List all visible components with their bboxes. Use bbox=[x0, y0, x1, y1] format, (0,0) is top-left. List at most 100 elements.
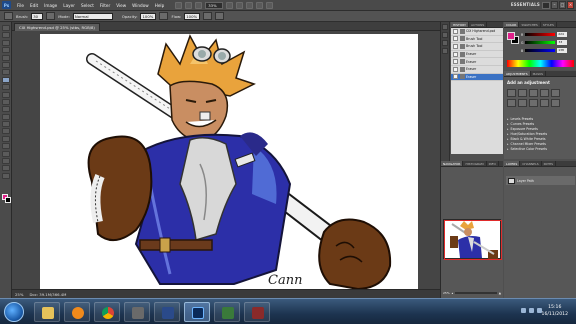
red-slider[interactable]: R 224 bbox=[521, 32, 575, 37]
history-state-checkbox[interactable] bbox=[453, 66, 458, 72]
clone-stamp-tool-icon[interactable] bbox=[2, 84, 10, 91]
brush-panel-icon[interactable] bbox=[442, 40, 448, 46]
preset-item[interactable]: ▸ Selective Color Presets bbox=[507, 147, 574, 152]
healing-brush-tool-icon[interactable] bbox=[2, 69, 10, 76]
zoom-tool-icon[interactable] bbox=[2, 172, 10, 179]
tab-actions[interactable]: ACTIONS bbox=[469, 22, 488, 27]
taskbar-app-8[interactable] bbox=[244, 302, 270, 322]
quick-selection-tool-icon[interactable] bbox=[2, 47, 10, 54]
zoom-out-icon[interactable]: ▴ bbox=[452, 291, 454, 295]
opacity-field[interactable]: 100% bbox=[140, 12, 157, 20]
history-state-checkbox[interactable] bbox=[453, 59, 458, 65]
tab-masks[interactable]: MASKS bbox=[531, 71, 547, 76]
blue-value-field[interactable]: 138 bbox=[557, 48, 568, 53]
taskbar-media-player[interactable] bbox=[64, 302, 90, 322]
eraser-tool-icon[interactable] bbox=[2, 98, 10, 105]
navigator-thumbnail[interactable] bbox=[443, 219, 502, 260]
brush-panel-toggle-icon[interactable] bbox=[46, 12, 56, 20]
search-icon[interactable] bbox=[542, 2, 550, 9]
color-spectrum-ramp[interactable] bbox=[507, 60, 574, 67]
zoom-in-icon[interactable]: ▲ bbox=[499, 291, 501, 295]
maximize-button[interactable]: □ bbox=[559, 1, 566, 9]
menu-file[interactable]: File bbox=[14, 0, 27, 11]
start-button[interactable] bbox=[4, 302, 24, 322]
clone-source-panel-icon[interactable] bbox=[442, 48, 448, 54]
red-value-field[interactable]: 224 bbox=[557, 32, 568, 37]
hand-icon[interactable] bbox=[226, 1, 234, 9]
taskbar-explorer[interactable] bbox=[34, 302, 60, 322]
taskbar-clock[interactable]: 15:16 16/11/2012 bbox=[542, 304, 568, 318]
document-tab[interactable]: CIX Highsrend.psd @ 25% (stbs, RGB/8) bbox=[14, 23, 100, 31]
brush-size-picker[interactable]: 30 bbox=[31, 12, 44, 20]
close-button[interactable]: × bbox=[567, 1, 574, 9]
zoom-tool-icon[interactable] bbox=[236, 1, 244, 9]
tab-info[interactable]: INFO bbox=[487, 161, 499, 166]
exposure-icon[interactable] bbox=[540, 89, 549, 97]
tab-color[interactable]: COLOR bbox=[504, 22, 520, 27]
menu-layer[interactable]: Layer bbox=[60, 0, 78, 11]
guides-icon[interactable] bbox=[195, 1, 203, 9]
workspace-switcher[interactable]: ESSENTIALS bbox=[511, 2, 540, 7]
tab-swatches[interactable]: SWATCHES bbox=[519, 22, 541, 27]
mode-select[interactable]: Normal bbox=[72, 12, 113, 20]
screen-mode-icon[interactable] bbox=[266, 1, 274, 9]
dodge-tool-icon[interactable] bbox=[2, 121, 10, 128]
history-item[interactable]: Eraser bbox=[451, 66, 503, 74]
menu-select[interactable]: Select bbox=[78, 0, 97, 11]
taskbar-photoshop[interactable] bbox=[184, 302, 210, 322]
history-state-checkbox[interactable] bbox=[453, 36, 458, 42]
brush-tool-icon[interactable] bbox=[2, 76, 10, 83]
green-slider[interactable]: G 33 bbox=[521, 40, 575, 45]
history-state-checkbox[interactable] bbox=[453, 43, 458, 49]
green-value-field[interactable]: 33 bbox=[557, 40, 568, 45]
channel-mixer-icon[interactable] bbox=[551, 99, 560, 107]
black-white-icon[interactable] bbox=[529, 99, 538, 107]
move-tool-icon[interactable] bbox=[2, 25, 10, 31]
type-tool-icon[interactable] bbox=[2, 135, 10, 142]
tab-channels[interactable]: CHANNELS bbox=[520, 161, 542, 166]
flow-field[interactable]: 100% bbox=[184, 12, 201, 20]
menu-view[interactable]: View bbox=[113, 0, 129, 11]
history-item[interactable]: CIX Highsrend.psd bbox=[451, 28, 503, 36]
tab-adjustments[interactable]: ADJUSTMENTS bbox=[504, 71, 531, 76]
history-state-checkbox[interactable] bbox=[453, 74, 458, 80]
history-item[interactable]: Brush Tool bbox=[451, 36, 503, 44]
layer-row[interactable]: Layer Path bbox=[506, 176, 575, 185]
curves-icon[interactable] bbox=[529, 89, 538, 97]
pen-tool-icon[interactable] bbox=[2, 128, 10, 135]
pressure-opacity-icon[interactable] bbox=[159, 12, 169, 20]
green-slider-track[interactable] bbox=[525, 41, 556, 44]
3d-rotate-tool-icon[interactable] bbox=[2, 158, 10, 165]
history-state-checkbox[interactable] bbox=[453, 28, 458, 34]
menu-help[interactable]: Help bbox=[152, 0, 168, 11]
crop-tool-icon[interactable] bbox=[2, 54, 10, 61]
history-item-selected[interactable]: Eraser bbox=[451, 73, 503, 82]
taskbar-bridge[interactable] bbox=[154, 302, 180, 322]
tab-layers[interactable]: LAYERS bbox=[504, 161, 521, 166]
menu-edit[interactable]: Edit bbox=[27, 0, 41, 11]
zoom-select[interactable]: 33% bbox=[205, 1, 224, 9]
tab-styles[interactable]: STYLES bbox=[541, 22, 557, 27]
minimize-button[interactable]: – bbox=[551, 1, 558, 9]
gradient-tool-icon[interactable] bbox=[2, 106, 10, 113]
airbrush-icon[interactable] bbox=[203, 12, 213, 20]
actions-panel-icon[interactable] bbox=[442, 32, 448, 38]
bridge-icon[interactable] bbox=[175, 1, 183, 9]
hand-tool-icon[interactable] bbox=[2, 165, 10, 172]
vibrance-icon[interactable] bbox=[551, 89, 560, 97]
document-canvas[interactable]: Cann bbox=[40, 34, 418, 289]
color-balance-icon[interactable] bbox=[518, 99, 527, 107]
taskbar-chrome[interactable] bbox=[94, 302, 120, 322]
marquee-tool-icon[interactable] bbox=[2, 32, 10, 39]
history-item[interactable]: Eraser bbox=[451, 58, 503, 66]
navigator-zoom-value[interactable]: 25% bbox=[443, 291, 450, 295]
navigator-zoom-slider[interactable] bbox=[455, 291, 497, 294]
foreground-color-chip[interactable] bbox=[507, 32, 515, 40]
red-slider-track[interactable] bbox=[525, 33, 556, 36]
levels-icon[interactable] bbox=[518, 89, 527, 97]
eyedropper-tool-icon[interactable] bbox=[2, 61, 10, 68]
blue-slider-track[interactable] bbox=[525, 49, 556, 52]
pressure-size-icon[interactable] bbox=[215, 12, 225, 20]
hue-saturation-icon[interactable] bbox=[507, 99, 516, 107]
brush-tool-preset-icon[interactable] bbox=[4, 12, 13, 20]
